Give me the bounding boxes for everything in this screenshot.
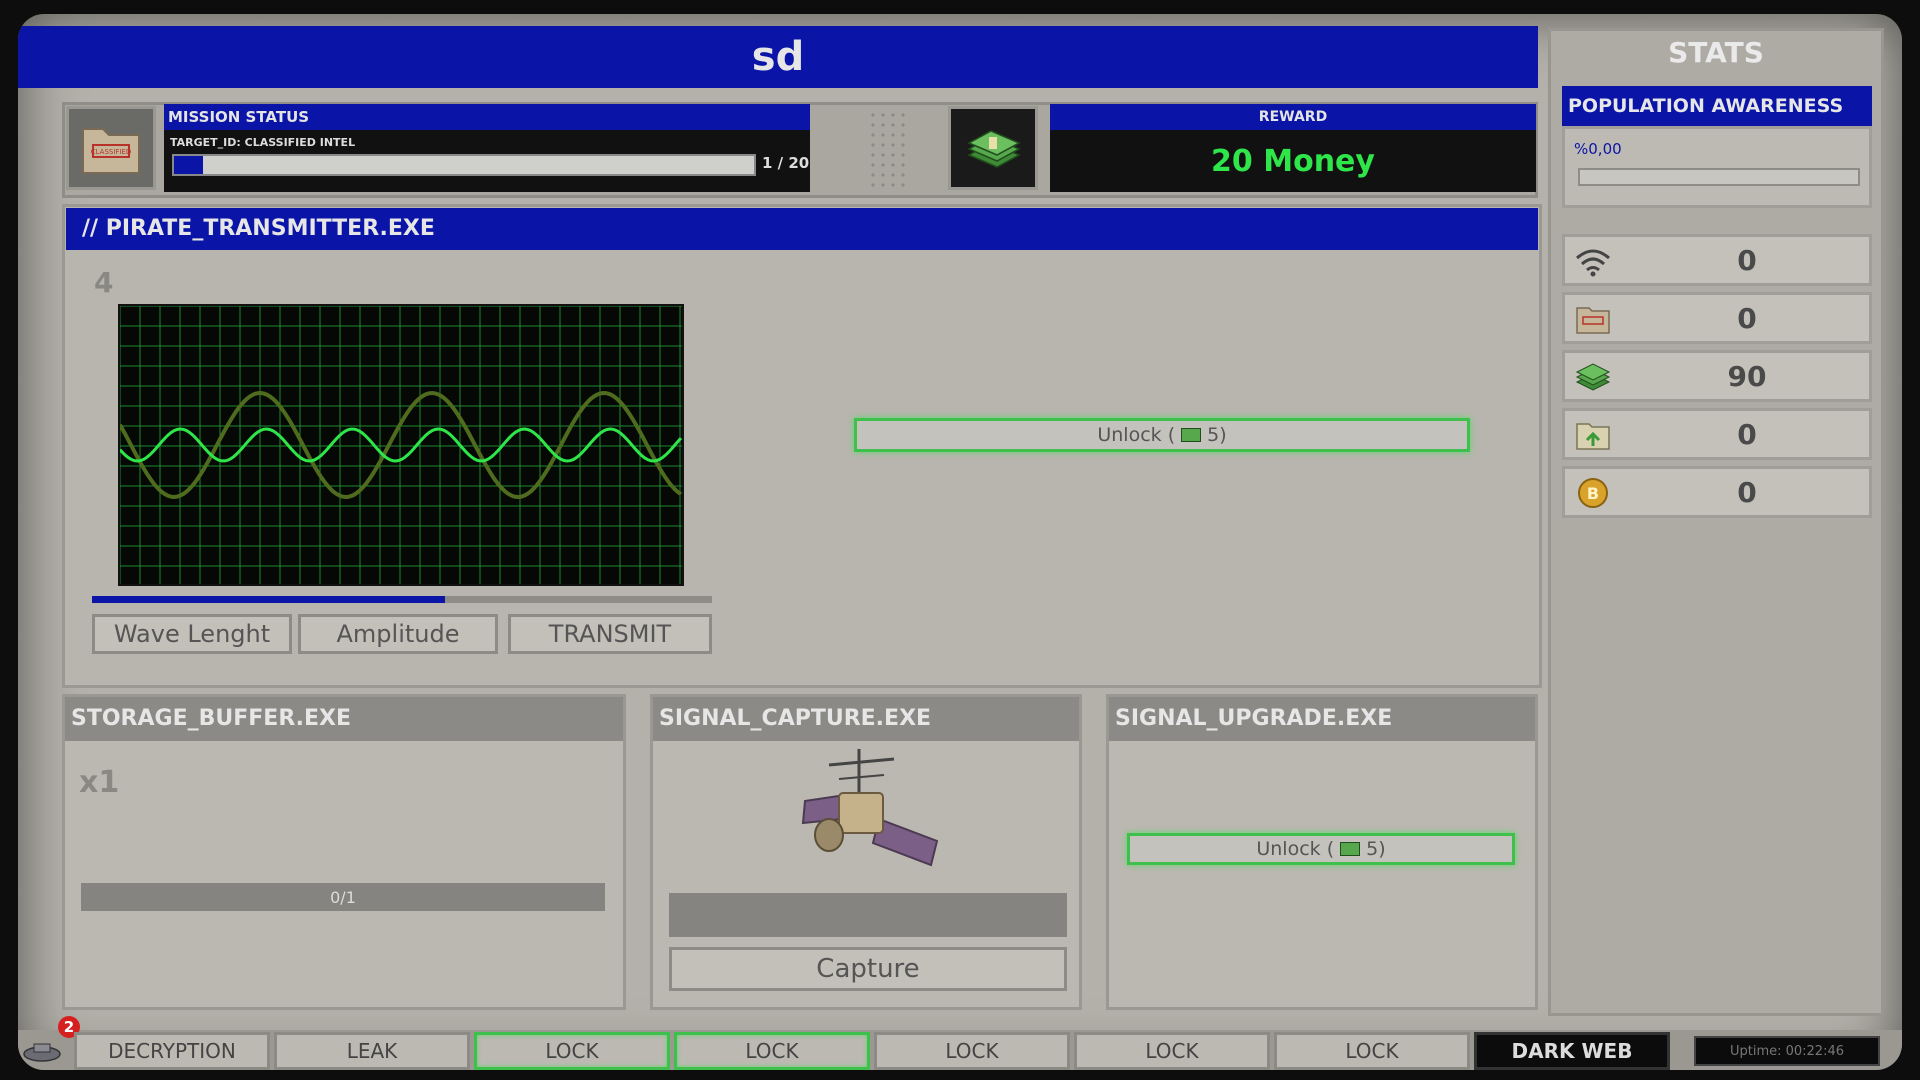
satellite-icon bbox=[799, 745, 939, 877]
game-screen: sd CLASSIFIED MISSION STATUS TARGET_ID: … bbox=[18, 14, 1902, 1070]
bitcoin-icon: B bbox=[1573, 475, 1613, 511]
signal-capture-window: SIGNAL_CAPTURE.EXE Capture bbox=[650, 694, 1082, 1010]
unlock-cost: 5) bbox=[1207, 424, 1227, 446]
divider-dots bbox=[868, 110, 908, 190]
mission-progress-fill bbox=[174, 156, 203, 174]
population-awareness-body bbox=[1562, 126, 1872, 208]
mission-progress-bar bbox=[172, 154, 756, 176]
transmit-progress-bar bbox=[92, 596, 712, 603]
population-awareness-header: POPULATION AWARENESS bbox=[1562, 86, 1872, 126]
signal-upgrade-window: SIGNAL_UPGRADE.EXE Unlock ( 5) bbox=[1106, 694, 1538, 1010]
uptime-display: Uptime: 00:22:46 bbox=[1694, 1036, 1880, 1066]
capture-progress-bar bbox=[669, 893, 1067, 937]
window-title: sd bbox=[751, 34, 805, 80]
svg-text:CLASSIFIED: CLASSIFIED bbox=[91, 148, 132, 156]
tab-leak[interactable]: LEAK bbox=[274, 1032, 470, 1070]
stats-title: STATS bbox=[1668, 36, 1764, 69]
reward-value: 20 Money bbox=[1050, 130, 1536, 192]
signal-capture-title: SIGNAL_CAPTURE.EXE bbox=[653, 697, 1079, 741]
stat-row-uploads: 0 bbox=[1562, 408, 1872, 460]
mission-status-header: MISSION STATUS bbox=[164, 104, 810, 130]
capture-button[interactable]: Capture bbox=[669, 947, 1067, 991]
storage-multiplier: x1 bbox=[79, 765, 120, 800]
stat-signal-value: 0 bbox=[1737, 243, 1757, 277]
oscilloscope-display bbox=[118, 304, 684, 586]
unlock-label: Unlock ( bbox=[1256, 838, 1335, 860]
mission-progress-count: 1 / 20 bbox=[762, 154, 810, 172]
money-icon bbox=[1340, 842, 1361, 856]
unlock-label: Unlock ( bbox=[1097, 424, 1176, 446]
amplitude-button[interactable]: Amplitude bbox=[298, 614, 498, 654]
start-icon[interactable] bbox=[20, 1038, 64, 1064]
wave-length-button[interactable]: Wave Lenght bbox=[92, 614, 292, 654]
tab-lock-5[interactable]: LOCK bbox=[1274, 1032, 1470, 1070]
tab-decryption[interactable]: DECRYPTION bbox=[74, 1032, 270, 1070]
oscilloscope-svg bbox=[118, 305, 683, 584]
storage-buffer-window: STORAGE_BUFFER.EXE x1 0/1 bbox=[62, 694, 626, 1010]
tab-lock-4[interactable]: LOCK bbox=[1074, 1032, 1270, 1070]
transmit-progress-fill bbox=[92, 596, 446, 603]
tab-dark-web[interactable]: DARK WEB bbox=[1474, 1032, 1670, 1070]
wifi-icon bbox=[1573, 243, 1613, 279]
stat-bitcoin-value: 0 bbox=[1737, 475, 1757, 509]
storage-buffer-title: STORAGE_BUFFER.EXE bbox=[65, 697, 623, 741]
money-icon bbox=[1181, 428, 1202, 442]
tab-lock-3[interactable]: LOCK bbox=[874, 1032, 1070, 1070]
stat-uploads-value: 0 bbox=[1737, 417, 1757, 451]
folder-upload-icon bbox=[1573, 417, 1613, 453]
stat-row-money: 90 bbox=[1562, 350, 1872, 402]
population-awareness-value: %0,00 bbox=[1574, 140, 1622, 158]
mission-target: TARGET_ID: CLASSIFIED INTEL bbox=[170, 136, 356, 149]
stat-row-bitcoin: B 0 bbox=[1562, 466, 1872, 518]
unlock-cost: 5) bbox=[1366, 838, 1386, 860]
money-icon bbox=[1573, 359, 1613, 395]
stat-row-intel: 0 bbox=[1562, 292, 1872, 344]
svg-text:B: B bbox=[1587, 484, 1599, 503]
upgrade-unlock-button[interactable]: Unlock ( 5) bbox=[1127, 833, 1515, 865]
tab-lock-1[interactable]: LOCK bbox=[474, 1032, 670, 1070]
transmitter-counter: 4 bbox=[94, 266, 114, 299]
transmit-button[interactable]: TRANSMIT bbox=[508, 614, 712, 654]
stat-money-value: 90 bbox=[1727, 359, 1767, 393]
money-stack-icon bbox=[948, 106, 1038, 190]
reward-header: REWARD bbox=[1050, 104, 1536, 130]
storage-capacity: 0/1 bbox=[330, 887, 356, 907]
stat-row-signal: 0 bbox=[1562, 234, 1872, 286]
storage-capacity-bar: 0/1 bbox=[81, 883, 605, 911]
transmitter-unlock-button[interactable]: Unlock ( 5) bbox=[854, 418, 1470, 452]
classified-folder-icon bbox=[1573, 301, 1613, 337]
stat-intel-value: 0 bbox=[1737, 301, 1757, 335]
population-awareness-bar bbox=[1578, 168, 1860, 186]
window-title-bar: sd bbox=[18, 26, 1538, 88]
pirate-transmitter-title: // PIRATE_TRANSMITTER.EXE bbox=[66, 208, 1538, 250]
tab-lock-2[interactable]: LOCK bbox=[674, 1032, 870, 1070]
classified-folder-icon: CLASSIFIED bbox=[66, 106, 156, 190]
signal-upgrade-title: SIGNAL_UPGRADE.EXE bbox=[1109, 697, 1535, 741]
